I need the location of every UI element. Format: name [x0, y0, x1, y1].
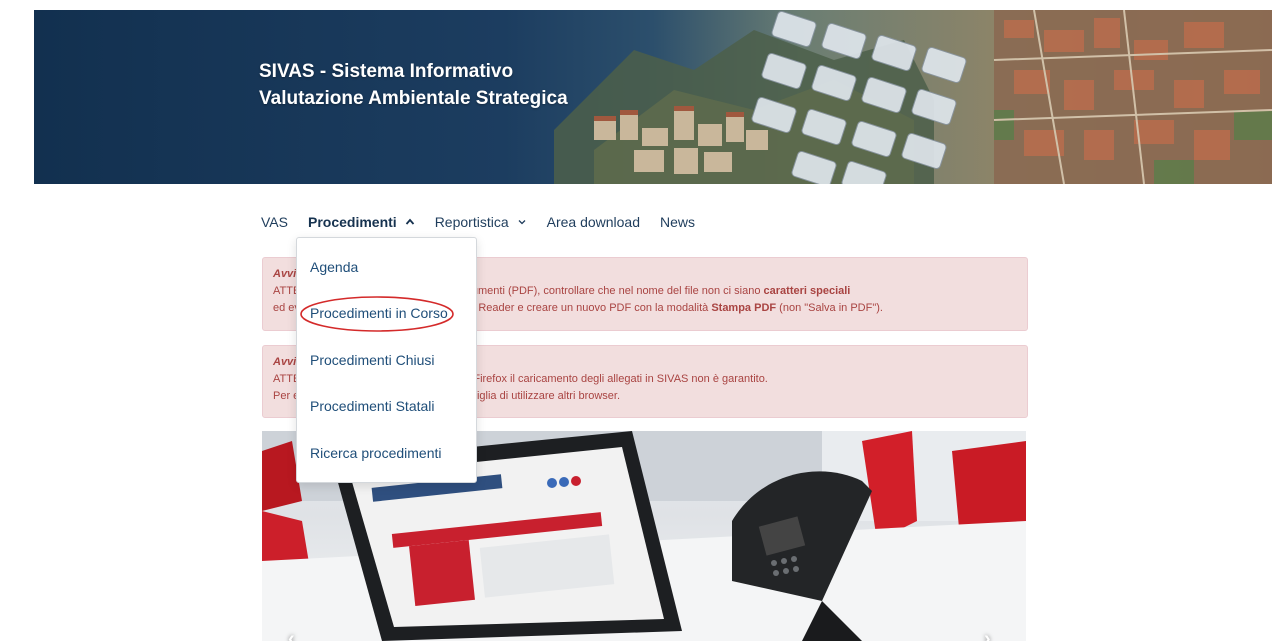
menu-item-procedimenti-statali[interactable]: Procedimenti Statali — [310, 398, 435, 414]
main-nav: VAS Procedimenti Reportistica Area downl… — [261, 211, 715, 233]
nav-item-reportistica[interactable]: Reportistica — [435, 214, 527, 230]
carousel-prev-button[interactable]: ‹ — [288, 628, 295, 641]
nav-item-label: Procedimenti — [307, 214, 397, 230]
menu-item-ricerca-procedimenti[interactable]: Ricerca procedimenti — [310, 445, 442, 461]
site-title[interactable]: SIVAS - Sistema Informativo Valutazione … — [259, 58, 568, 112]
alert-line-suffix: (non "Salva in PDF"). — [779, 302, 883, 314]
chevron-down-icon — [518, 220, 526, 225]
nav-item-vas[interactable]: VAS — [261, 214, 288, 230]
chevron-up-icon — [405, 218, 414, 225]
menu-item-agenda[interactable]: Agenda — [310, 259, 358, 275]
banner-image — [554, 10, 1272, 184]
nav-item-label: Reportistica — [434, 214, 509, 230]
nav-item-label: Area download — [546, 214, 641, 230]
alert-bold-text: Stampa PDF — [711, 302, 777, 314]
nav-item-label: News — [660, 214, 696, 230]
header-banner: SIVAS - Sistema Informativo Valutazione … — [34, 10, 1272, 184]
procedimenti-dropdown-menu: Agenda Procedimenti in Corso Procediment… — [296, 237, 477, 483]
site-title-line2: Valutazione Ambientale Strategica — [259, 88, 568, 109]
nav-item-label: VAS — [261, 214, 288, 230]
alert-line-text: bat Reader e creare un nuovo PDF con la … — [459, 302, 709, 314]
alert-bold-text: caratteri speciali — [763, 285, 851, 297]
menu-item-procedimenti-chiusi[interactable]: Procedimenti Chiusi — [310, 352, 435, 368]
site-title-line1: SIVAS - Sistema Informativo — [259, 61, 514, 82]
carousel-next-button[interactable]: › — [984, 628, 991, 641]
nav-item-area-download[interactable]: Area download — [547, 214, 640, 230]
menu-item-procedimenti-in-corso[interactable]: Procedimenti in Corso — [310, 305, 448, 321]
nav-item-news[interactable]: News — [660, 214, 695, 230]
alert-line-text: Firefox il caricamento degli allegati in… — [473, 373, 768, 385]
nav-item-procedimenti[interactable]: Procedimenti — [308, 214, 415, 230]
alert-line-text: nsiglia di utilizzare altri browser. — [465, 390, 621, 402]
